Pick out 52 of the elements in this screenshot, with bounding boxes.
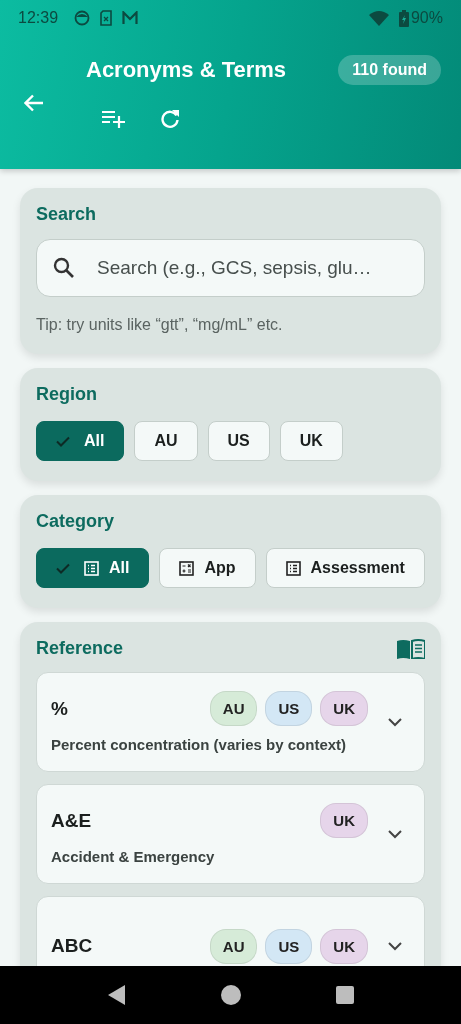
term: % xyxy=(51,697,68,720)
region-tag: US xyxy=(265,928,313,964)
region-tag: UK xyxy=(320,691,368,726)
list-icon xyxy=(84,560,99,576)
search-field[interactable]: Search (e.g., GCS, sepsis, glu… xyxy=(36,239,425,297)
category-chip[interactable]: Assessment xyxy=(265,548,425,588)
battery-level: 90% xyxy=(410,9,443,27)
section-title: Search xyxy=(36,204,97,225)
term-entry[interactable]: ABC AU US UK xyxy=(36,896,425,966)
region-chip[interactable]: AU xyxy=(134,421,198,461)
wifi-icon xyxy=(368,10,389,26)
back-nav-icon[interactable] xyxy=(107,985,126,1005)
book-icon xyxy=(397,638,425,659)
home-nav-icon[interactable] xyxy=(220,985,241,1005)
region-chip[interactable]: All xyxy=(36,421,125,461)
check-icon xyxy=(56,435,70,447)
region-tag: US xyxy=(265,691,313,726)
calculator-icon xyxy=(179,560,195,576)
result-count: 110 found xyxy=(338,55,441,85)
refresh-icon[interactable] xyxy=(160,109,180,129)
term-entry[interactable]: A&E UK Accident & Emergency xyxy=(36,784,425,884)
term: ABC xyxy=(51,935,93,957)
back-arrow-icon[interactable] xyxy=(24,94,44,112)
file-icon xyxy=(100,10,113,26)
add-list-icon[interactable] xyxy=(102,110,126,128)
check-icon xyxy=(56,562,70,574)
term-entry[interactable]: % AU US UK Percent concentration (varies by context) xyxy=(36,672,425,772)
term: A&E xyxy=(51,809,92,832)
region-chip[interactable]: UK xyxy=(279,421,343,461)
region-tag: AU xyxy=(209,928,258,964)
section-title: Category xyxy=(36,511,115,532)
battery-icon xyxy=(398,9,409,27)
search-tip: Tip: try units like “gtt”, “mg/mL” etc. xyxy=(36,316,283,334)
chevron-icon[interactable] xyxy=(388,941,402,951)
term-definition: Percent concentration (varies by context) xyxy=(51,736,348,753)
region-tag: UK xyxy=(320,928,368,964)
chevron-icon[interactable] xyxy=(388,829,402,839)
region-tag: AU xyxy=(209,691,258,726)
search-icon xyxy=(53,257,75,279)
status-time: 12:39 xyxy=(18,9,59,27)
list-icon xyxy=(285,560,301,576)
region-chip[interactable]: US xyxy=(207,421,270,461)
term-definition: Accident & Emergency xyxy=(51,848,216,865)
chevron-icon[interactable] xyxy=(388,717,402,727)
mail-icon xyxy=(122,11,139,25)
region-tag: UK xyxy=(320,803,368,838)
section-title: Region xyxy=(36,384,97,405)
category-chip[interactable]: All xyxy=(36,548,150,588)
section-title: Reference xyxy=(36,638,124,659)
screen-title: Acronyms & Terms xyxy=(86,57,287,83)
category-chip[interactable]: App xyxy=(159,548,256,588)
recents-nav-icon[interactable] xyxy=(335,986,354,1004)
